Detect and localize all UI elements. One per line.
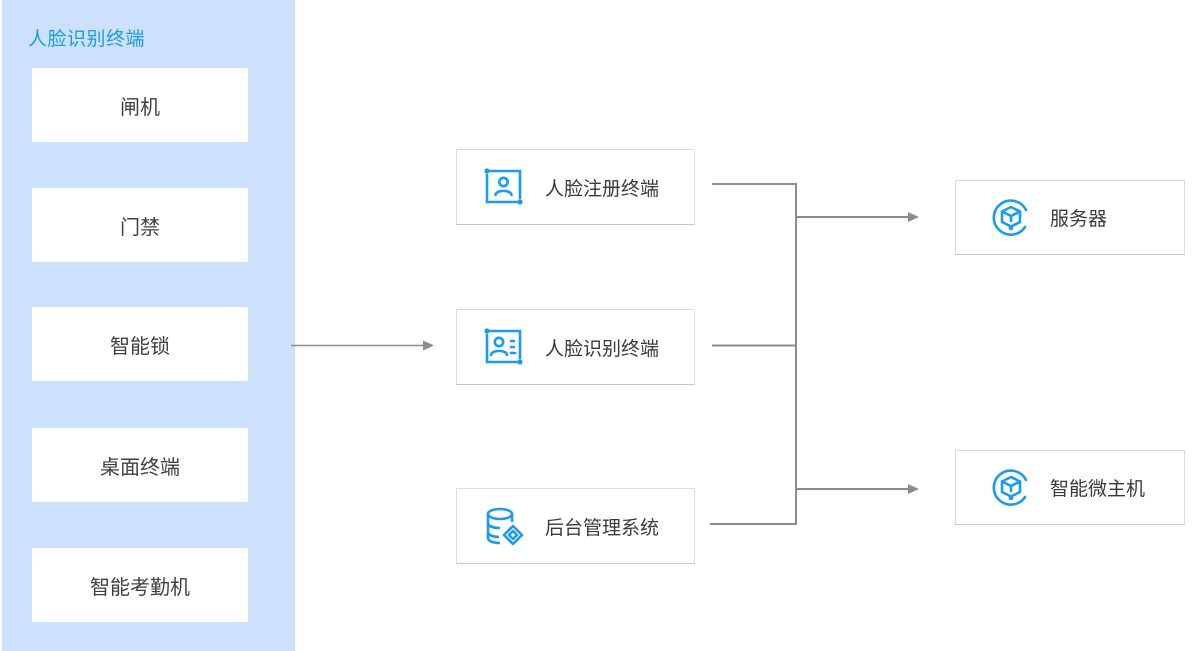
node-face-recognition-terminal: 人脸识别终端: [456, 309, 695, 385]
device-label: 桌面终端: [100, 454, 180, 479]
terminal-group-title: 人脸识别终端: [28, 28, 146, 50]
device-label: 门禁: [120, 214, 160, 239]
device-desktop-terminal: 桌面终端: [32, 428, 248, 502]
device-gate: 闸机: [32, 68, 248, 142]
device-attendance-machine: 智能考勤机: [32, 548, 248, 622]
micro-host-cube-icon: [990, 467, 1032, 509]
device-label: 智能锁: [110, 333, 170, 358]
server-cube-icon: [990, 197, 1032, 239]
database-management-icon: [483, 505, 525, 547]
node-face-register-terminal: 人脸注册终端: [456, 149, 695, 225]
node-backend-management-system: 后台管理系统: [456, 488, 695, 564]
device-label: 闸机: [120, 94, 160, 119]
node-label: 智能微主机: [1050, 478, 1146, 500]
face-recognition-icon: [483, 326, 525, 368]
face-register-icon: [483, 166, 525, 208]
node-server: 服务器: [955, 180, 1185, 255]
node-label: 人脸识别终端: [545, 337, 660, 360]
node-smart-micro-host: 智能微主机: [955, 450, 1185, 525]
device-label: 智能考勤机: [90, 574, 190, 599]
node-label: 后台管理系统: [545, 516, 660, 539]
node-label: 人脸注册终端: [545, 177, 660, 200]
node-label: 服务器: [1050, 208, 1108, 230]
device-access-control: 门禁: [32, 188, 248, 262]
device-smart-lock: 智能锁: [32, 307, 248, 381]
